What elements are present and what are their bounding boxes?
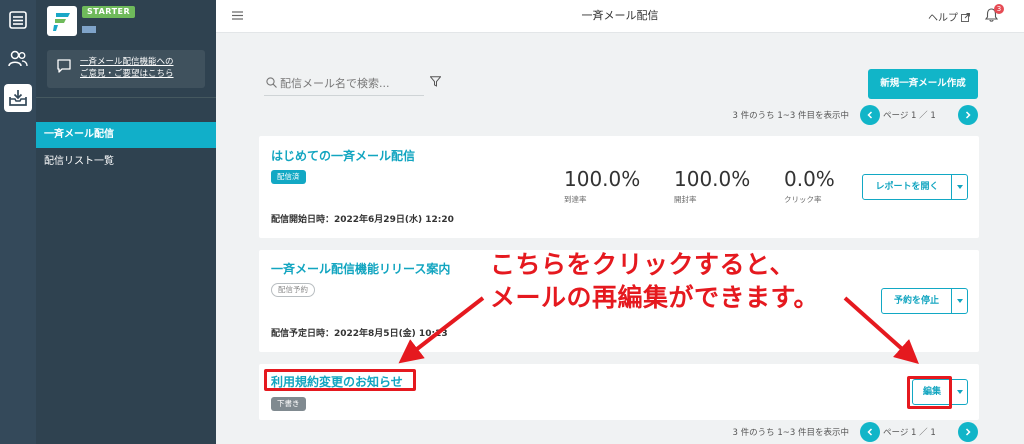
stop-schedule-button[interactable]: 予約を停止 xyxy=(882,289,951,313)
caret-down-icon xyxy=(956,299,963,303)
metric-value-open: 100.0% xyxy=(674,167,751,191)
rail-contacts-button[interactable] xyxy=(4,45,32,73)
top-header: 一斉メール配信 ヘルプ 3 xyxy=(216,0,1024,33)
search-input[interactable] xyxy=(280,74,420,92)
app-logo[interactable] xyxy=(47,6,77,36)
search-box xyxy=(264,70,424,96)
metric-value-click: 0.0% xyxy=(784,167,835,191)
mail-card: 利用規約変更のお知らせ 下書き 編集 xyxy=(259,364,979,420)
mail-date: 配信予定日時：2022年8月5日(金) 10:13 xyxy=(271,329,448,339)
edit-dropdown-toggle[interactable] xyxy=(951,380,967,404)
search-icon xyxy=(266,77,277,88)
status-badge: 下書き xyxy=(271,397,306,411)
help-link[interactable]: ヘルプ xyxy=(928,9,971,24)
next-page-button[interactable] xyxy=(958,105,978,125)
edit-split-button: 編集 xyxy=(912,379,968,405)
status-badge: 配信済 xyxy=(271,170,306,184)
report-split-button: レポートを開く xyxy=(862,174,968,200)
status-badge: 配信予約 xyxy=(271,283,315,297)
logo-icon xyxy=(53,13,70,31)
rail-dashboard-button[interactable] xyxy=(4,6,32,34)
feedback-link[interactable]: 一斉メール配信機能への ご意見・ご要望はこちら xyxy=(47,50,205,88)
mail-inbox-icon xyxy=(9,90,27,106)
page-indicator: ページ 1 ／ 1 xyxy=(883,111,936,121)
icon-rail xyxy=(0,0,36,444)
prev-page-button[interactable] xyxy=(860,422,880,442)
contacts-icon xyxy=(8,50,28,67)
prev-page-button[interactable] xyxy=(860,105,880,125)
metric-value-delivery: 100.0% xyxy=(564,167,641,191)
external-link-icon xyxy=(961,13,971,22)
org-mark xyxy=(82,26,96,33)
caret-down-icon xyxy=(956,185,963,189)
sidebar-item-mail-delivery[interactable]: 一斉メール配信 xyxy=(36,122,216,148)
chevron-right-icon xyxy=(965,111,971,119)
dashboard-icon xyxy=(9,11,27,29)
chevron-right-icon xyxy=(965,428,971,436)
mail-title[interactable]: はじめての一斉メール配信 xyxy=(271,147,415,164)
pagination-bottom: 3 件のうち 1~3 件目を表示中 ページ 1 ／ 1 xyxy=(733,422,979,442)
plan-badge: STARTER xyxy=(82,6,136,18)
chevron-left-icon xyxy=(867,111,873,119)
notification-badge: 3 xyxy=(994,4,1004,14)
mail-date: 配信開始日時：2022年6月29日(水) 12:20 xyxy=(271,215,454,225)
mail-title[interactable]: 一斉メール配信機能リリース案内 xyxy=(271,260,450,277)
feedback-text: 一斉メール配信機能への ご意見・ご要望はこちら xyxy=(80,57,174,79)
result-count: 3 件のうち 1~3 件目を表示中 xyxy=(732,111,849,121)
rail-mail-button[interactable] xyxy=(4,84,32,112)
schedule-dropdown-toggle[interactable] xyxy=(951,289,967,313)
report-dropdown-toggle[interactable] xyxy=(951,175,967,199)
next-page-button[interactable] xyxy=(958,422,978,442)
chat-bubble-icon xyxy=(57,59,71,73)
metric-label-delivery: 到達率 xyxy=(564,195,587,204)
pagination-top: 3 件のうち 1~3 件目を表示中 ページ 1 ／ 1 xyxy=(733,105,979,125)
page-indicator: ページ 1 ／ 1 xyxy=(883,428,936,438)
filter-icon[interactable] xyxy=(430,76,441,87)
open-report-button[interactable]: レポートを開く xyxy=(863,175,951,199)
mail-title[interactable]: 利用規約変更のお知らせ xyxy=(271,373,403,390)
help-label: ヘルプ xyxy=(928,13,958,24)
sidebar-item-delivery-lists[interactable]: 配信リスト一覧 xyxy=(36,149,216,175)
result-count: 3 件のうち 1~3 件目を表示中 xyxy=(732,428,849,438)
annotation-callout: こちらをクリックすると、 メールの再編集ができます。 xyxy=(490,250,820,312)
metric-label-click: クリック率 xyxy=(784,195,822,204)
metric-label-open: 開封率 xyxy=(674,195,697,204)
chevron-left-icon xyxy=(867,428,873,436)
mail-card: はじめての一斉メール配信 配信済 配信開始日時：2022年6月29日(水) 12… xyxy=(259,136,979,238)
edit-button[interactable]: 編集 xyxy=(913,380,951,404)
sidebar-divider xyxy=(36,97,216,98)
schedule-split-button: 予約を停止 xyxy=(881,288,968,314)
sidebar: STARTER 一斉メール配信機能への ご意見・ご要望はこちら 一斉メール配信 … xyxy=(36,0,216,444)
caret-down-icon xyxy=(956,390,963,394)
create-mail-button[interactable]: 新規一斉メール作成 xyxy=(868,69,978,99)
page-title: 一斉メール配信 xyxy=(581,9,659,22)
